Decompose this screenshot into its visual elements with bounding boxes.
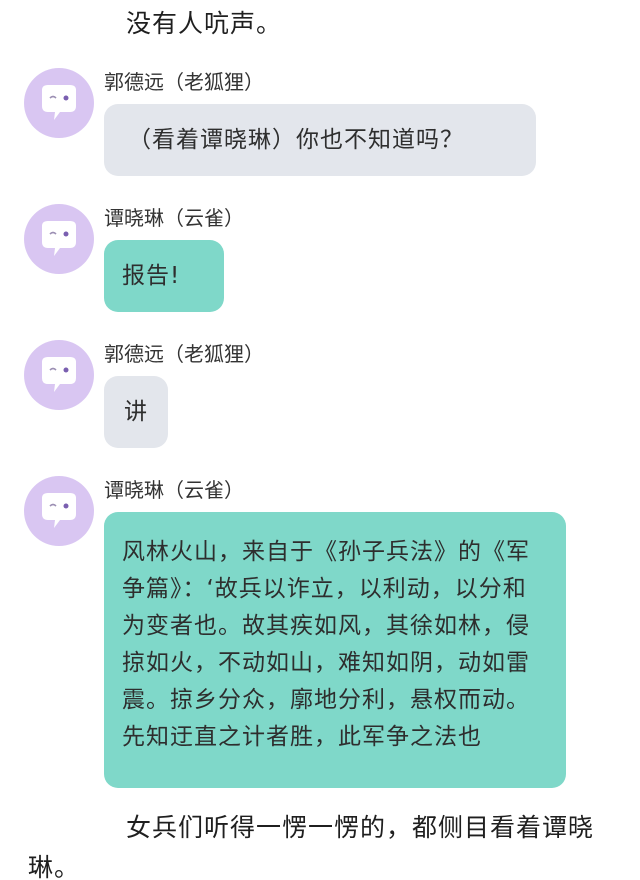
sender-name: 郭德远（老狐狸） bbox=[104, 70, 264, 94]
avatar[interactable] bbox=[24, 476, 94, 546]
narration-text: 女兵们听得一愣一愣的，都侧目看着谭晓琳。 bbox=[28, 813, 595, 880]
sender-name: 郭德远（老狐狸） bbox=[104, 342, 264, 366]
message-bubble[interactable]: 报告! bbox=[104, 240, 224, 312]
chat-message: 郭德远（老狐狸） （看着谭晓琳）你也不知道吗？ bbox=[0, 68, 640, 180]
message-bubble[interactable]: 风林火山，来自于《孙子兵法》的《军争篇》：‘故兵以诈立，以利动，以分和为变者也。… bbox=[104, 512, 566, 788]
avatar[interactable] bbox=[24, 68, 94, 138]
sender-name: 谭晓琳（云雀） bbox=[104, 206, 244, 230]
message-bubble[interactable]: 讲 bbox=[104, 376, 168, 448]
avatar[interactable] bbox=[24, 340, 94, 410]
message-bubble[interactable]: （看着谭晓琳）你也不知道吗？ bbox=[104, 104, 536, 176]
chat-message: 谭晓琳（云雀） 报告! bbox=[0, 204, 640, 314]
speech-bubble-face-icon bbox=[42, 85, 76, 120]
sender-name: 谭晓琳（云雀） bbox=[104, 478, 244, 502]
speech-bubble-face-icon bbox=[42, 221, 76, 256]
chat-message: 郭德远（老狐狸） 讲 bbox=[0, 340, 640, 452]
narration-text: 没有人吭声。 bbox=[126, 9, 283, 38]
chat-screen: 没有人吭声。 郭德远（老狐狸） （看着谭晓琳）你也不知道吗？ 谭晓琳（云雀） 报… bbox=[0, 0, 640, 880]
chat-message: 谭晓琳（云雀） 风林火山，来自于《孙子兵法》的《军争篇》：‘故兵以诈立，以利动，… bbox=[0, 476, 640, 794]
avatar[interactable] bbox=[24, 204, 94, 274]
speech-bubble-face-icon bbox=[42, 357, 76, 392]
speech-bubble-face-icon bbox=[42, 493, 76, 528]
